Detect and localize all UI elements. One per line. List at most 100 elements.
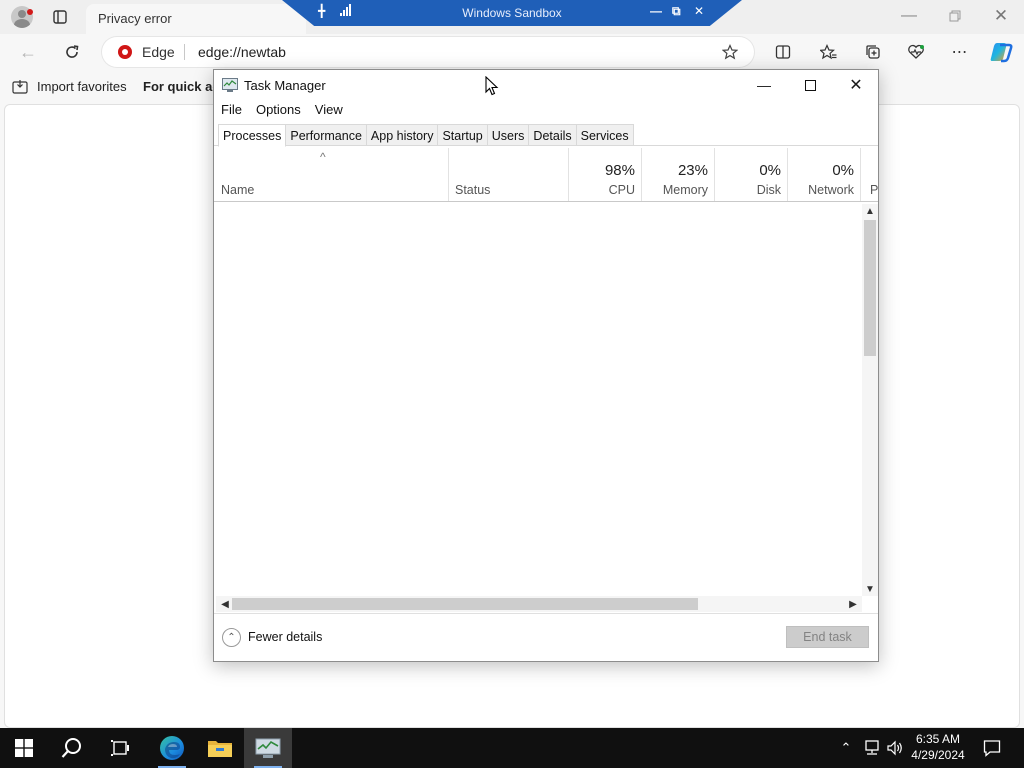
sandbox-close-icon[interactable]: ✕ [694,4,704,18]
notification-dot-icon [27,9,33,15]
scroll-down-icon[interactable]: ▼ [862,582,878,596]
column-power[interactable]: P [861,148,878,201]
taskbar-task-manager[interactable] [244,728,292,768]
fewer-details-label: Fewer details [248,630,323,644]
column-disk[interactable]: 0% Disk [715,148,788,201]
vertical-scrollbar[interactable]: ▲ ▼ [862,204,878,596]
scroll-right-icon[interactable]: ▶ [846,596,860,612]
sort-ascending-icon: ^ [320,150,326,164]
back-button[interactable]: ← [14,40,42,64]
fewer-details-button[interactable]: ⌃ Fewer details [222,627,322,647]
column-network-label: Network [808,183,854,197]
column-memory-label: Memory [662,183,708,197]
browser-close-button[interactable]: ✕ [978,0,1024,32]
system-clock[interactable]: 6:35 AM 4/29/2024 [905,731,971,763]
browser-restore-button[interactable] [932,0,978,32]
menu-options[interactable]: Options [249,100,308,120]
browser-essentials-button[interactable] [903,40,929,64]
heart-pulse-icon [908,44,924,59]
arrow-left-icon: ← [19,41,37,62]
search-icon [61,738,81,758]
tab-title: Privacy error [98,11,172,26]
taskbar: ⌃ 6:35 AM 4/29/2024 [0,728,1024,768]
file-explorer-icon [208,741,232,757]
horizontal-scroll-thumb[interactable] [232,598,698,610]
search-button[interactable] [48,728,96,768]
scroll-up-icon[interactable]: ▲ [862,204,878,218]
refresh-button[interactable] [58,40,86,64]
site-identity-label[interactable]: Edge [142,44,175,60]
horizontal-scrollbar[interactable]: ◀ ▶ [216,596,862,612]
notification-icon [983,740,1001,757]
copilot-button[interactable] [988,40,1014,64]
start-button[interactable] [0,728,48,768]
tab-actions-button[interactable] [48,5,72,29]
maximize-icon [804,79,816,91]
close-icon: ✕ [993,6,1009,25]
task-manager-app-icon [222,78,238,92]
minimize-button[interactable]: — [741,70,787,100]
network-tray-button[interactable] [862,738,882,758]
task-manager-window[interactable]: Task Manager — ✕ File Options View Proce… [213,69,879,662]
browser-toolbar: ← Edge edge://newtab ⋯ [0,34,1024,70]
task-manager-title-bar[interactable]: Task Manager — ✕ [214,70,878,102]
refresh-icon [66,45,79,58]
show-hidden-icons-button[interactable]: ⌃ [836,738,856,758]
star-icon [722,44,738,60]
browser-tab-active[interactable]: Privacy error [86,4,306,34]
tab-processes[interactable]: Processes [218,124,287,147]
clock-date: 4/29/2024 [911,748,965,762]
footer-divider [214,613,878,614]
import-favorites-button[interactable]: Import favorites [12,76,127,96]
sandbox-restore-icon[interactable]: ⧉ [672,4,681,19]
tab-app-history[interactable]: App history [366,124,439,146]
sandbox-minimize-icon[interactable]: — [650,4,662,18]
column-memory[interactable]: 23% Memory [642,148,715,201]
minimize-icon: — [901,7,917,24]
more-dots-icon: ⋯ [951,44,969,61]
menu-view[interactable]: View [308,100,350,120]
volume-tray-button[interactable] [885,738,905,758]
tab-startup[interactable]: Startup [438,124,488,146]
import-favorites-label: Import favorites [37,78,127,94]
task-view-icon [111,740,129,756]
task-view-button[interactable] [96,728,144,768]
tab-details[interactable]: Details [529,124,577,146]
taskbar-file-explorer[interactable] [196,728,244,768]
browser-minimize-button[interactable]: — [886,0,932,32]
column-status[interactable]: Status [449,148,569,201]
split-screen-button[interactable] [770,40,796,64]
column-cpu[interactable]: 98% CPU [569,148,642,201]
task-manager-icon [255,738,281,758]
address-bar[interactable]: Edge edge://newtab [102,37,754,67]
memory-percent: 23% [677,162,708,179]
import-icon [12,79,28,94]
column-cpu-label: CPU [608,183,635,197]
url-text[interactable]: edge://newtab [198,44,286,60]
collections-button[interactable] [860,40,886,64]
menu-file[interactable]: File [214,100,249,120]
scroll-left-icon[interactable]: ◀ [218,596,232,612]
menu-bar: File Options View [214,100,878,120]
sandbox-title-bar[interactable]: ╋ Windows Sandbox — ⧉ ✕ [282,0,742,26]
edge-icon [160,736,184,760]
tab-services[interactable]: Services [576,124,634,146]
close-button[interactable]: ✕ [833,70,879,100]
favorites-button[interactable] [815,40,841,64]
column-name[interactable]: ^ Name [214,148,449,201]
taskbar-edge[interactable] [148,728,196,768]
settings-more-button[interactable]: ⋯ [947,40,973,64]
tab-performance[interactable]: Performance [286,124,367,146]
add-favorite-button[interactable] [720,42,740,62]
copilot-icon [990,43,1013,63]
column-network[interactable]: 0% Network [788,148,861,201]
column-disk-label: Disk [756,183,781,197]
action-center-button[interactable] [980,736,1004,760]
chevron-up-icon: ⌃ [840,740,852,755]
end-task-button[interactable]: End task [786,626,869,648]
profile-button[interactable] [8,4,36,30]
tab-users[interactable]: Users [487,124,530,146]
maximize-button[interactable] [787,70,833,100]
process-list[interactable] [214,202,878,612]
vertical-scroll-thumb[interactable] [864,220,876,356]
